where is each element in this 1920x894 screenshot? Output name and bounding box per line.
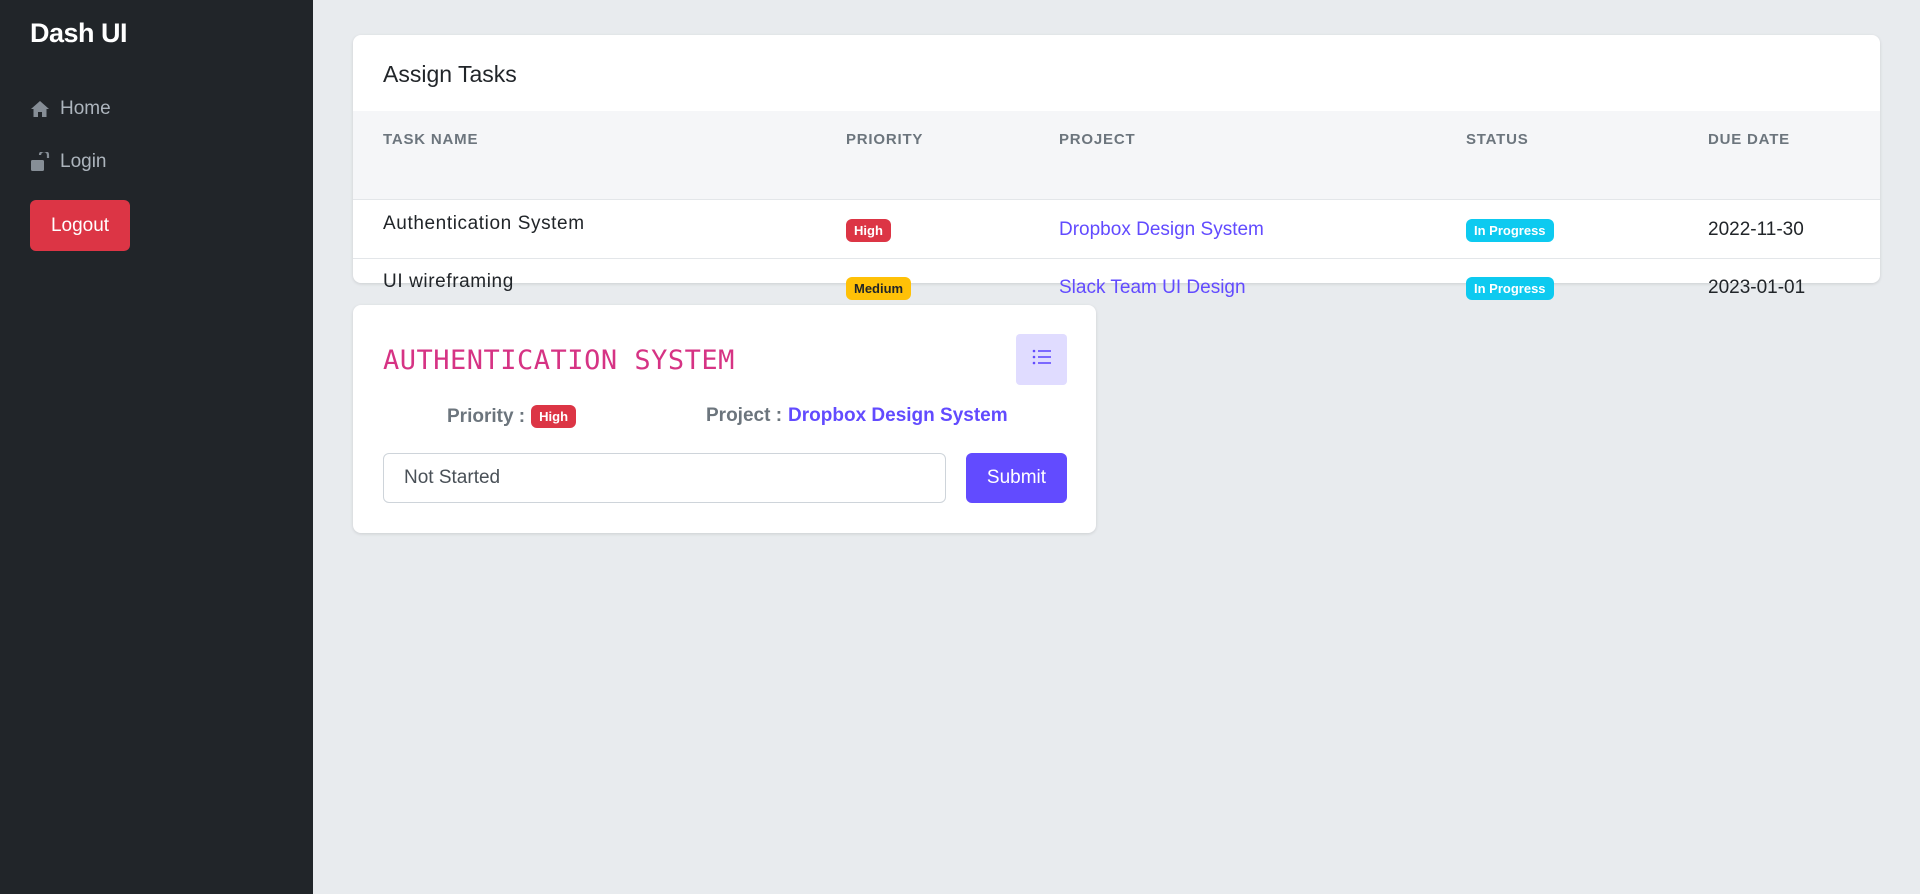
priority-badge: High	[846, 218, 891, 242]
sidebar-item-label: Home	[60, 98, 111, 119]
priority-meta: Priority : High	[447, 405, 577, 428]
due-date: 2022-11-30	[1708, 219, 1804, 240]
priority-label: Priority :	[447, 405, 526, 427]
status-badge: In Progress	[1466, 218, 1554, 242]
brand-logo[interactable]: Dash UI	[30, 18, 128, 49]
table-header	[353, 111, 1880, 200]
sidebar: Dash UI Home Login Logout	[0, 0, 313, 894]
task-detail-title: AUTHENTICATION SYSTEM	[383, 345, 735, 376]
column-header-due-date: DUE DATE	[1708, 131, 1790, 148]
column-header-project: PROJECT	[1059, 131, 1136, 148]
sidebar-item-home[interactable]: Home	[30, 98, 111, 120]
project-link[interactable]: Slack Team UI Design	[1059, 277, 1246, 299]
sidebar-item-label: Login	[60, 151, 107, 172]
project-label: Project :	[706, 405, 783, 426]
status-input[interactable]	[383, 453, 946, 503]
main-content: Assign Tasks TASK NAME PRIORITY PROJECT …	[313, 0, 1920, 894]
list-view-button[interactable]	[1016, 334, 1067, 385]
priority-badge: Medium	[846, 276, 912, 300]
project-meta: Project : Dropbox Design System	[706, 405, 1008, 427]
priority-badge: High	[531, 405, 577, 428]
project-link[interactable]: Dropbox Design System	[1059, 219, 1264, 241]
list-icon	[1032, 349, 1052, 370]
sidebar-item-login[interactable]: Login	[30, 151, 107, 173]
home-icon	[30, 99, 50, 119]
project-link[interactable]: Dropbox Design System	[788, 405, 1008, 427]
table-row[interactable]: Authentication System High Dropbox Desig…	[353, 201, 1880, 259]
column-header-task-name: TASK NAME	[383, 131, 479, 148]
column-header-status: STATUS	[1466, 131, 1529, 148]
task-detail-card: AUTHENTICATION SYSTEM Priority : High Pr…	[353, 305, 1096, 533]
unlock-icon	[30, 152, 50, 172]
status-badge: In Progress	[1466, 276, 1554, 300]
column-header-priority: PRIORITY	[846, 131, 924, 148]
task-name: Authentication System	[383, 213, 585, 234]
due-date: 2023-01-01	[1708, 277, 1806, 298]
card-title: Assign Tasks	[383, 61, 517, 87]
submit-button[interactable]: Submit	[966, 453, 1067, 503]
logout-button[interactable]: Logout	[30, 200, 130, 251]
assign-tasks-card: Assign Tasks TASK NAME PRIORITY PROJECT …	[353, 35, 1880, 300]
task-name: UI wireframing	[383, 271, 514, 292]
